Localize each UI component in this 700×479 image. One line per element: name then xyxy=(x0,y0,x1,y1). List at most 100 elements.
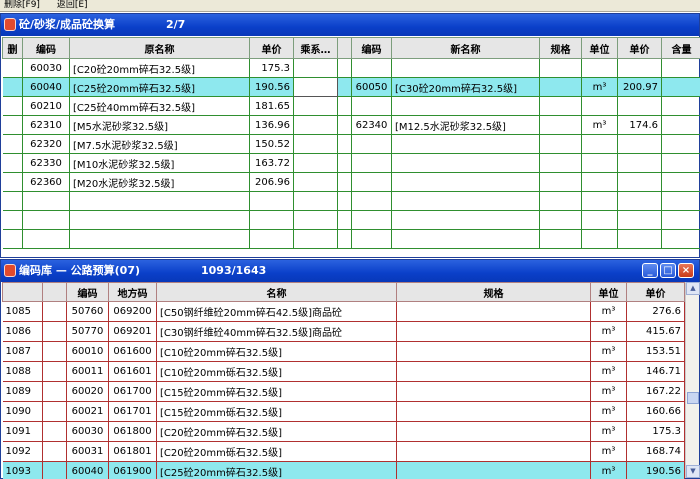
mark-cell[interactable] xyxy=(42,401,67,422)
new-code-cell[interactable] xyxy=(351,153,392,173)
multiplier-cell[interactable] xyxy=(293,58,338,78)
conversion-row[interactable]: 60210 [C25砼40mm碎石32.5级] 181.65 xyxy=(2,96,700,116)
row-number-cell[interactable]: 1086 xyxy=(2,321,43,342)
row-number-cell[interactable]: 1093 xyxy=(2,461,43,479)
code-cell[interactable] xyxy=(22,191,70,211)
spec-cell[interactable] xyxy=(396,301,591,322)
name-cell[interactable]: [C25砼20mm碎石32.5级] xyxy=(156,461,397,479)
price-cell[interactable]: 175.3 xyxy=(249,58,294,78)
spec-cell[interactable] xyxy=(539,134,582,154)
new-code-cell[interactable]: 62340 xyxy=(351,115,392,135)
code-cell[interactable]: 60011 xyxy=(66,361,109,382)
row-number-cell[interactable]: 1087 xyxy=(2,341,43,362)
col-header-spec[interactable]: 规格 xyxy=(539,37,582,59)
mark-cell[interactable] xyxy=(42,421,67,442)
code-cell[interactable]: 50760 xyxy=(66,301,109,322)
local-code-cell[interactable]: 061801 xyxy=(108,441,157,462)
conversion-row[interactable]: 62320 [M7.5水泥砂浆32.5级] 150.52 xyxy=(2,134,700,154)
price-cell[interactable]: 181.65 xyxy=(249,96,294,116)
original-name-cell[interactable]: [M5水泥砂浆32.5级] xyxy=(69,115,250,135)
spec-cell[interactable] xyxy=(539,191,582,211)
new-code-cell[interactable] xyxy=(351,134,392,154)
code-cell[interactable] xyxy=(22,229,70,249)
blank-cell[interactable] xyxy=(337,153,352,173)
mark-cell[interactable] xyxy=(42,441,67,462)
menu-back[interactable]: 返回[E] xyxy=(57,0,88,10)
col-header-quantity[interactable]: 含量 xyxy=(661,37,700,59)
multiplier-cell[interactable] xyxy=(293,134,338,154)
scroll-down-arrow-icon[interactable]: ▼ xyxy=(686,465,700,478)
new-code-cell[interactable] xyxy=(351,229,392,249)
price-cell[interactable]: 190.56 xyxy=(249,77,294,97)
unit-cell[interactable]: m³ xyxy=(590,461,627,479)
price-cell[interactable]: 206.96 xyxy=(249,172,294,192)
code-cell[interactable]: 60040 xyxy=(66,461,109,479)
price-cell[interactable]: 153.51 xyxy=(626,341,685,362)
blank-cell[interactable] xyxy=(337,210,352,230)
new-name-cell[interactable] xyxy=(391,191,540,211)
new-price-cell[interactable] xyxy=(617,229,662,249)
original-name-cell[interactable]: [M20水泥砂浆32.5级] xyxy=(69,172,250,192)
library-row[interactable]: 1093 60040 061900 [C25砼20mm碎石32.5级] m³ 190.56 xyxy=(2,461,685,479)
multiplier-cell[interactable] xyxy=(293,210,338,230)
new-name-cell[interactable] xyxy=(391,58,540,78)
empty-row[interactable] xyxy=(2,229,700,249)
original-name-cell[interactable]: [C25砼40mm碎石32.5级] xyxy=(69,96,250,116)
col-header-price[interactable]: 单价 xyxy=(249,37,294,59)
price-cell[interactable] xyxy=(249,210,294,230)
unit-cell[interactable] xyxy=(581,210,618,230)
delete-cell[interactable] xyxy=(2,229,23,249)
multiplier-cell[interactable] xyxy=(293,229,338,249)
new-name-cell[interactable] xyxy=(391,96,540,116)
conversion-row[interactable]: 60030 [C20砼20mm碎石32.5级] 175.3 xyxy=(2,58,700,78)
spec-cell[interactable] xyxy=(396,321,591,342)
quantity-cell[interactable] xyxy=(661,115,700,135)
mark-cell[interactable] xyxy=(42,301,67,322)
conversion-row[interactable]: 62330 [M10水泥砂浆32.5级] 163.72 xyxy=(2,153,700,173)
mark-cell[interactable] xyxy=(42,361,67,382)
vertical-scrollbar[interactable]: ▲ ▼ xyxy=(685,282,700,478)
empty-row[interactable] xyxy=(2,191,700,211)
spec-cell[interactable] xyxy=(539,229,582,249)
new-code-cell[interactable] xyxy=(351,191,392,211)
name-cell[interactable]: [C10砼20mm碎石32.5级] xyxy=(156,341,397,362)
library-row[interactable]: 1091 60030 061800 [C20砼20mm碎石32.5级] m³ 175.3 xyxy=(2,421,685,442)
new-price-cell[interactable]: 200.97 xyxy=(617,77,662,97)
spec-cell[interactable] xyxy=(396,361,591,382)
spec-cell[interactable] xyxy=(539,210,582,230)
price-cell[interactable] xyxy=(249,191,294,211)
code-cell[interactable]: 62310 xyxy=(22,115,70,135)
spec-cell[interactable] xyxy=(396,401,591,422)
col-header-unit[interactable]: 单位 xyxy=(581,37,618,59)
spec-cell[interactable] xyxy=(539,58,582,78)
original-name-cell[interactable]: [C25砼20mm碎石32.5级] xyxy=(69,77,250,97)
quantity-cell[interactable] xyxy=(661,210,700,230)
new-name-cell[interactable] xyxy=(391,134,540,154)
price-cell[interactable]: 146.71 xyxy=(626,361,685,382)
price-cell[interactable]: 168.74 xyxy=(626,441,685,462)
spec-cell[interactable] xyxy=(396,421,591,442)
spec-cell[interactable] xyxy=(539,172,582,192)
unit-cell[interactable]: m³ xyxy=(590,421,627,442)
spec-cell[interactable] xyxy=(539,153,582,173)
new-name-cell[interactable] xyxy=(391,172,540,192)
price-cell[interactable]: 167.22 xyxy=(626,381,685,402)
code-cell[interactable]: 60021 xyxy=(66,401,109,422)
name-cell[interactable]: [C50钢纤维砼20mm碎石42.5级]商品砼 xyxy=(156,301,397,322)
mark-cell[interactable] xyxy=(42,321,67,342)
col-header-blank[interactable] xyxy=(337,37,352,59)
unit-cell[interactable]: m³ xyxy=(590,321,627,342)
row-number-cell[interactable]: 1088 xyxy=(2,361,43,382)
name-cell[interactable]: [C30钢纤维砼40mm碎石32.5级]商品砼 xyxy=(156,321,397,342)
price-cell[interactable]: 160.66 xyxy=(626,401,685,422)
new-price-cell[interactable] xyxy=(617,58,662,78)
name-cell[interactable]: [C20砼20mm砾石32.5级] xyxy=(156,441,397,462)
code-cell[interactable]: 62320 xyxy=(22,134,70,154)
blank-cell[interactable] xyxy=(337,115,352,135)
library-row[interactable]: 1085 50760 069200 [C50钢纤维砼20mm碎石42.5级]商品砼 m³… xyxy=(2,301,685,322)
name-cell[interactable]: [C20砼20mm碎石32.5级] xyxy=(156,421,397,442)
delete-cell[interactable] xyxy=(2,210,23,230)
new-name-cell[interactable] xyxy=(391,229,540,249)
unit-cell[interactable] xyxy=(581,134,618,154)
new-price-cell[interactable] xyxy=(617,153,662,173)
